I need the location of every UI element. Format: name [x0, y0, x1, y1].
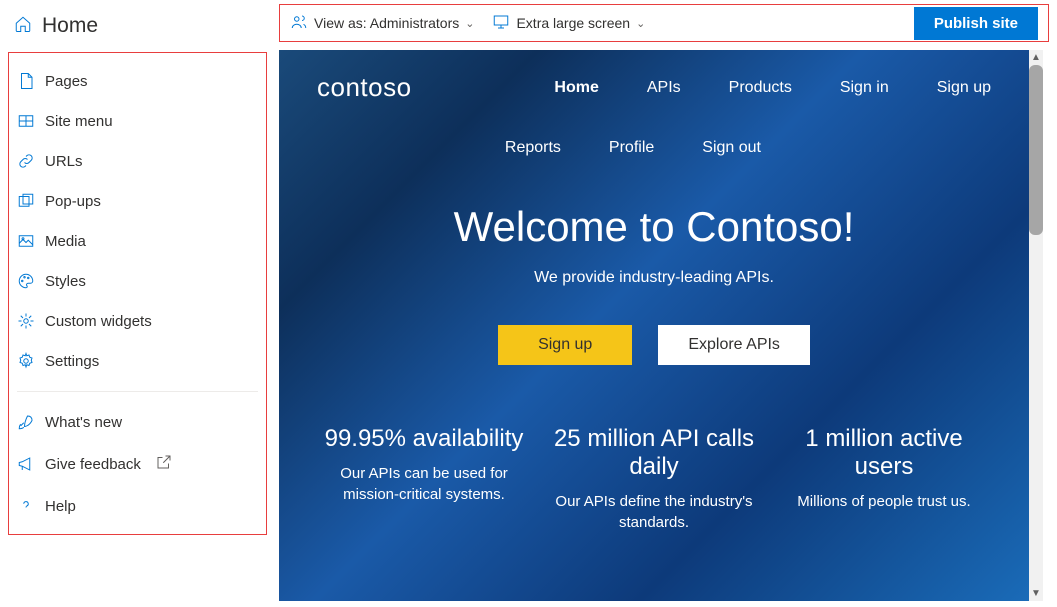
sidebar-item-help[interactable]: Help: [9, 486, 266, 526]
nav-secondary: Reports Profile Sign out: [317, 139, 991, 157]
stats-section: 99.95% availability Our APIs can be used…: [279, 403, 1029, 543]
hero-title: Welcome to Contoso!: [299, 203, 1009, 251]
sidebar-menu: Pages Site menu URLs Pop-ups Media Style…: [8, 52, 267, 535]
stat-title: 1 million active users: [779, 425, 989, 481]
monitor-icon: [492, 13, 510, 34]
widget-icon: [17, 312, 35, 330]
stat-availability: 99.95% availability Our APIs can be used…: [309, 425, 539, 533]
scroll-up-arrow[interactable]: ▲: [1031, 50, 1041, 65]
nav-home[interactable]: Home: [554, 79, 598, 97]
hero-subtitle: We provide industry-leading APIs.: [299, 269, 1009, 287]
explore-button[interactable]: Explore APIs: [658, 325, 810, 365]
nav-signup[interactable]: Sign up: [937, 79, 991, 97]
popups-icon: [17, 192, 35, 210]
page-icon: [17, 72, 35, 90]
rocket-icon: [17, 413, 35, 431]
stat-title: 99.95% availability: [319, 425, 529, 453]
sidebar-item-popups[interactable]: Pop-ups: [9, 181, 266, 221]
sidebar-item-pages[interactable]: Pages: [9, 61, 266, 101]
sidebar-item-feedback[interactable]: Give feedback: [9, 442, 266, 486]
sidebar-item-label: What's new: [45, 414, 122, 431]
sidebar-item-label: Pages: [45, 73, 88, 90]
sidebar-item-label: Styles: [45, 273, 86, 290]
preview-container: contoso Home APIs Products Sign in Sign …: [279, 50, 1043, 601]
home-header[interactable]: Home: [0, 8, 275, 48]
palette-icon: [17, 272, 35, 290]
sidebar-item-settings[interactable]: Settings: [9, 341, 266, 381]
site-logo[interactable]: contoso: [317, 72, 412, 103]
sidebar-item-label: URLs: [45, 153, 83, 170]
nav-products[interactable]: Products: [729, 79, 792, 97]
scroll-thumb[interactable]: [1029, 65, 1043, 235]
sidebar-item-whatsnew[interactable]: What's new: [9, 402, 266, 442]
nav-reports[interactable]: Reports: [505, 139, 561, 157]
sidebar-item-widgets[interactable]: Custom widgets: [9, 301, 266, 341]
home-icon: [14, 15, 32, 38]
sidebar: Home Pages Site menu URLs Pop-ups Med: [0, 0, 275, 607]
screen-label: Extra large screen: [516, 15, 630, 31]
stat-desc: Our APIs can be used for mission-critica…: [319, 463, 529, 505]
hero-section: Welcome to Contoso! We provide industry-…: [279, 157, 1029, 403]
home-label: Home: [42, 14, 98, 38]
nav-primary: Home APIs Products Sign in Sign up: [554, 79, 991, 97]
nav-signout[interactable]: Sign out: [702, 139, 761, 157]
site-nav: contoso Home APIs Products Sign in Sign …: [279, 50, 1029, 157]
stat-calls: 25 million API calls daily Our APIs defi…: [539, 425, 769, 533]
publish-button[interactable]: Publish site: [914, 7, 1038, 40]
hero-buttons: Sign up Explore APIs: [299, 325, 1009, 365]
external-link-icon: [155, 453, 173, 475]
sitemap-icon: [17, 112, 35, 130]
preview-toolbar: View as: Administrators ⌄ Extra large sc…: [279, 4, 1049, 42]
sidebar-item-styles[interactable]: Styles: [9, 261, 266, 301]
sidebar-item-urls[interactable]: URLs: [9, 141, 266, 181]
view-as-dropdown[interactable]: View as: Administrators ⌄: [290, 13, 474, 34]
sidebar-item-sitemenu[interactable]: Site menu: [9, 101, 266, 141]
gear-icon: [17, 352, 35, 370]
main-area: View as: Administrators ⌄ Extra large sc…: [275, 0, 1057, 607]
nav-apis[interactable]: APIs: [647, 79, 681, 97]
sidebar-item-label: Give feedback: [45, 456, 141, 473]
stat-title: 25 million API calls daily: [549, 425, 759, 481]
stat-users: 1 million active users Millions of peopl…: [769, 425, 999, 533]
nav-signin[interactable]: Sign in: [840, 79, 889, 97]
link-icon: [17, 152, 35, 170]
help-icon: [17, 497, 35, 515]
scrollbar[interactable]: ▲ ▼: [1029, 50, 1043, 601]
sidebar-item-label: Site menu: [45, 113, 113, 130]
scroll-track[interactable]: [1029, 65, 1043, 586]
screen-dropdown[interactable]: Extra large screen ⌄: [492, 13, 645, 34]
stat-desc: Our APIs define the industry's standards…: [549, 491, 759, 533]
chevron-down-icon: ⌄: [636, 17, 645, 30]
signup-button[interactable]: Sign up: [498, 325, 632, 365]
sidebar-item-label: Help: [45, 498, 76, 515]
sidebar-item-label: Settings: [45, 353, 99, 370]
view-as-label: View as: Administrators: [314, 15, 459, 31]
megaphone-icon: [17, 455, 35, 473]
chevron-down-icon: ⌄: [465, 17, 474, 30]
sidebar-item-label: Pop-ups: [45, 193, 101, 210]
stat-desc: Millions of people trust us.: [779, 491, 989, 512]
media-icon: [17, 232, 35, 250]
nav-profile[interactable]: Profile: [609, 139, 654, 157]
sidebar-item-media[interactable]: Media: [9, 221, 266, 261]
site-preview: contoso Home APIs Products Sign in Sign …: [279, 50, 1029, 601]
scroll-down-arrow[interactable]: ▼: [1031, 586, 1041, 601]
people-icon: [290, 13, 308, 34]
sidebar-item-label: Custom widgets: [45, 313, 152, 330]
sidebar-item-label: Media: [45, 233, 86, 250]
sidebar-divider: [17, 391, 258, 392]
